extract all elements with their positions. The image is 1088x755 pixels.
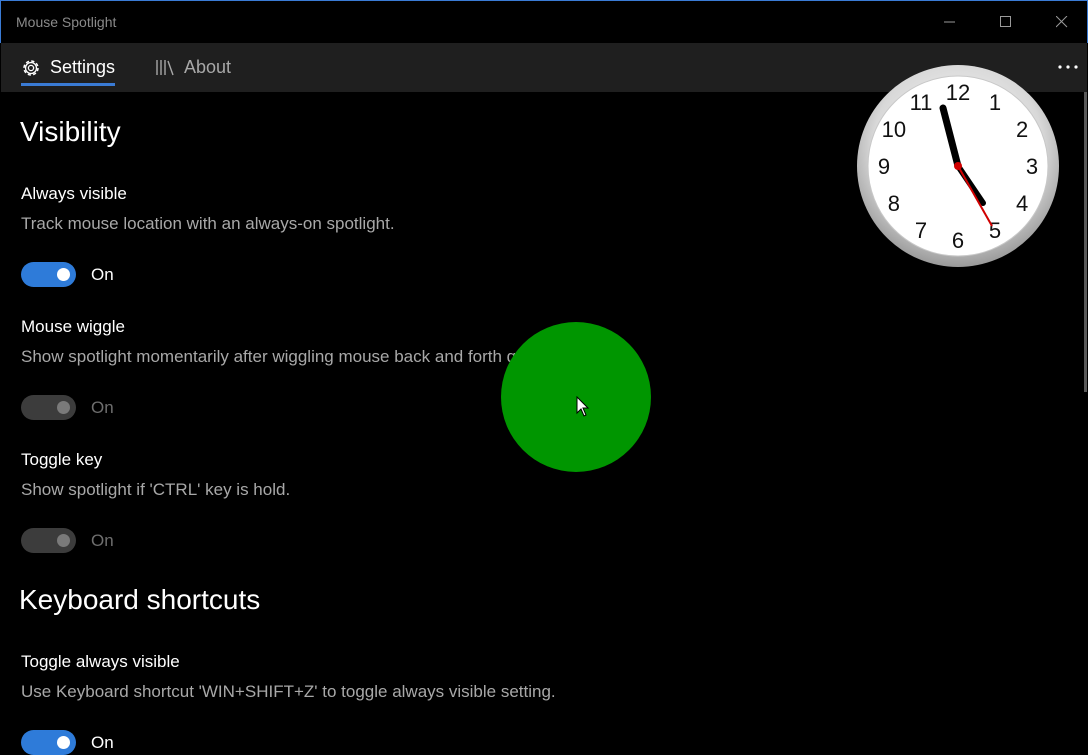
mouse-wiggle-desc: Show spotlight momentarily after wigglin… xyxy=(21,347,563,366)
toggle-key-title: Toggle key xyxy=(21,450,103,469)
mouse-wiggle-state: On xyxy=(91,398,114,417)
always-visible-desc: Track mouse location with an always-on s… xyxy=(21,214,395,233)
toggle-always-visible-state: On xyxy=(91,733,114,752)
clock-number-9: 9 xyxy=(878,154,890,179)
toggle-key-toggle[interactable] xyxy=(21,528,76,553)
clock-number-11: 11 xyxy=(910,90,933,115)
maximize-icon xyxy=(1000,16,1011,27)
close-button[interactable] xyxy=(1034,1,1088,43)
analog-clock: 12 1234567891011 xyxy=(857,65,1059,267)
toggle-always-visible-desc: Use Keyboard shortcut 'WIN+SHIFT+Z' to t… xyxy=(21,682,556,701)
vertical-scrollbar[interactable] xyxy=(1084,92,1087,392)
clock-number-7: 7 xyxy=(915,218,927,243)
clock-number-1: 1 xyxy=(989,90,1001,115)
mouse-cursor-icon xyxy=(576,396,590,417)
mouse-wiggle-toggle[interactable] xyxy=(21,395,76,420)
always-visible-title: Always visible xyxy=(21,184,127,203)
minimize-button[interactable] xyxy=(922,1,978,43)
toggle-knob xyxy=(57,534,70,547)
clock-center xyxy=(954,162,962,170)
library-icon xyxy=(156,59,174,75)
clock-number-8: 8 xyxy=(888,191,900,216)
toggle-always-visible-toggle[interactable] xyxy=(21,730,76,755)
maximize-button[interactable] xyxy=(978,1,1034,43)
toggle-key-state: On xyxy=(91,531,114,550)
clock-number-6: 6 xyxy=(952,228,964,253)
clock-number-10: 10 xyxy=(882,117,906,142)
selected-tab-indicator xyxy=(21,83,115,86)
clock-number-2: 2 xyxy=(1016,117,1028,142)
mouse-wiggle-title: Mouse wiggle xyxy=(21,317,125,336)
window-title: Mouse Spotlight xyxy=(16,14,117,30)
toggle-knob xyxy=(57,401,70,414)
always-visible-toggle[interactable] xyxy=(21,262,76,287)
gear-icon xyxy=(23,59,39,76)
title-bar: Mouse Spotlight xyxy=(0,0,1088,43)
keyboard-shortcuts-heading: Keyboard shortcuts xyxy=(19,584,261,615)
toggle-knob xyxy=(57,268,70,281)
toggle-always-visible-title: Toggle always visible xyxy=(21,652,180,671)
clock-number-3: 3 xyxy=(1026,154,1038,179)
toggle-knob xyxy=(57,736,70,749)
close-icon xyxy=(1056,16,1068,28)
toggle-key-desc: Show spotlight if 'CTRL' key is hold. xyxy=(21,480,291,499)
visibility-heading: Visibility xyxy=(20,116,121,147)
tab-settings-label: Settings xyxy=(50,57,116,77)
minimize-icon xyxy=(944,21,955,23)
tab-about[interactable]: About xyxy=(154,43,231,92)
clock-number-4: 4 xyxy=(1016,191,1028,216)
tab-about-label: About xyxy=(184,57,232,77)
clock-number-12: 12 xyxy=(946,80,970,105)
always-visible-state: On xyxy=(91,265,114,284)
more-icon xyxy=(1058,65,1078,69)
